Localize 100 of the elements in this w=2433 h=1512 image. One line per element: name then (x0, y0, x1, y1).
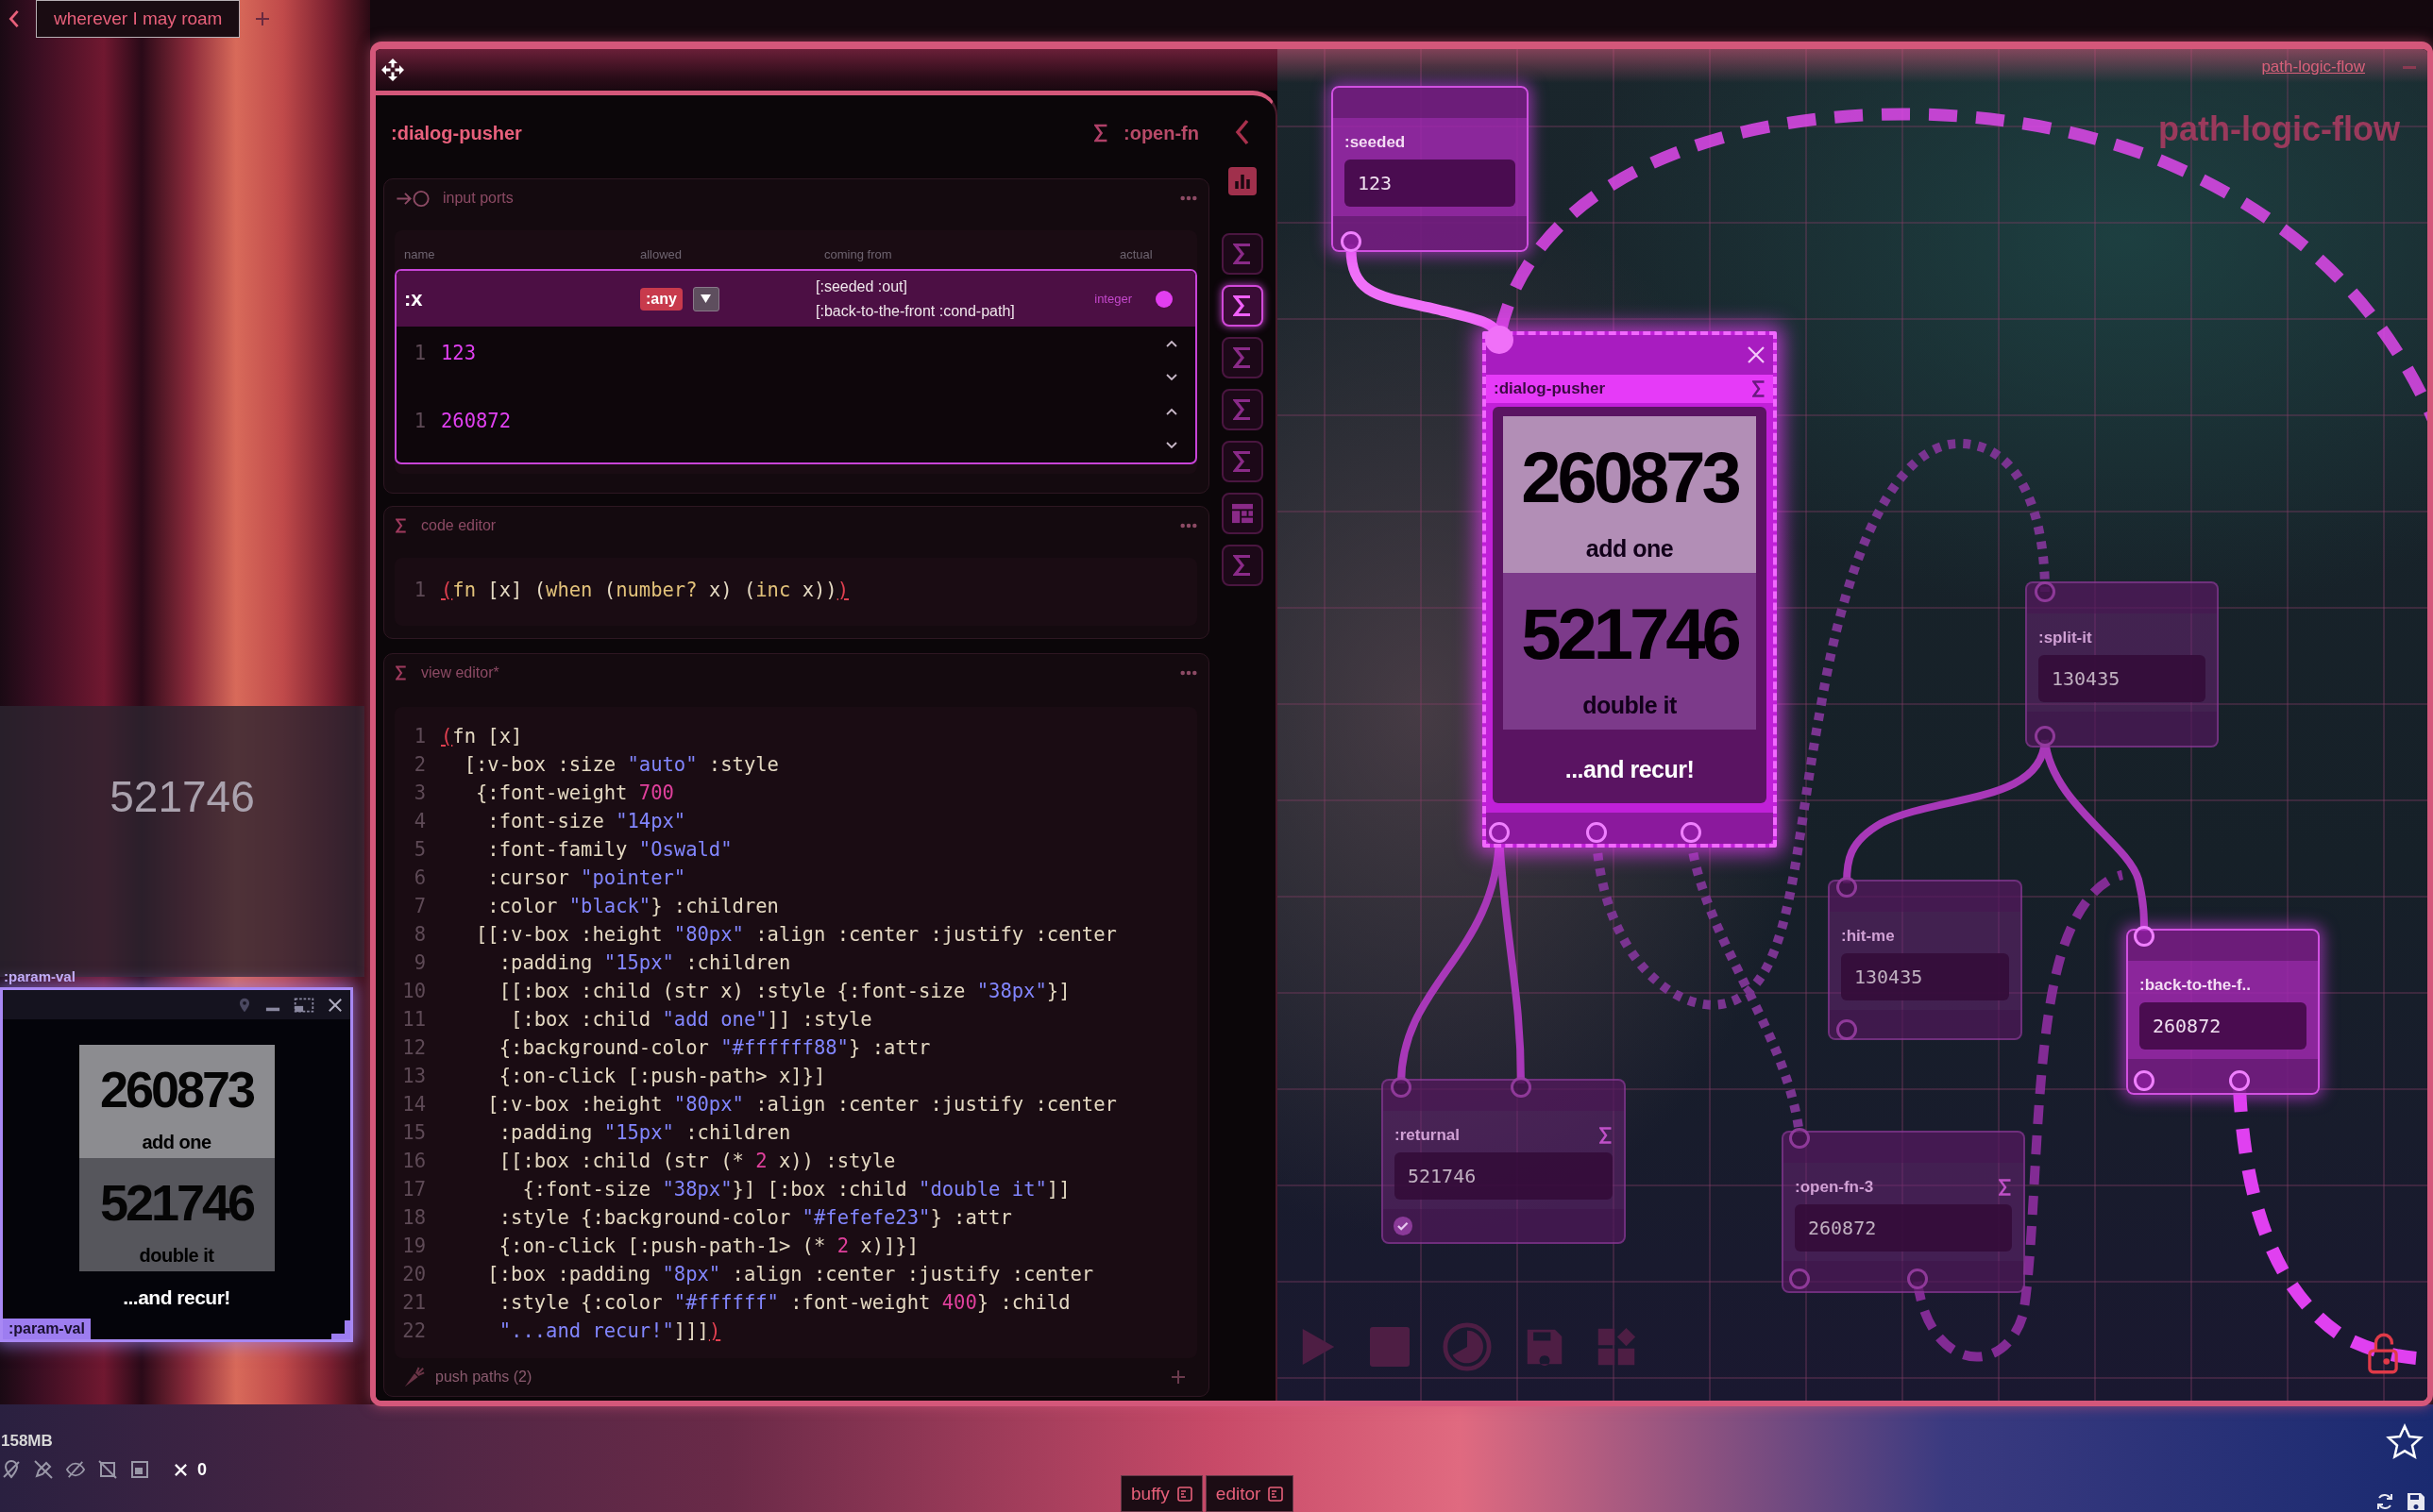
view-tile[interactable]: 260873 add one (78, 1045, 275, 1158)
value-editor[interactable]: 1 123 (397, 327, 1195, 395)
flow-node[interactable]: :split-it 130435 (2025, 581, 2219, 748)
restore-icon[interactable] (294, 997, 314, 1013)
node-value-field[interactable]: 130435 (2038, 655, 2205, 702)
eye-off-icon[interactable] (66, 1460, 85, 1479)
source-path: [:seeded :out] (816, 277, 908, 296)
type-dropdown[interactable] (692, 286, 719, 311)
node-value-field[interactable]: 260872 (2139, 1002, 2306, 1050)
port-handle[interactable] (1789, 1128, 1810, 1149)
node-label: :returnal (1394, 1126, 1460, 1145)
code-line: :font-family "Oswald" (487, 837, 733, 863)
sigma-button[interactable] (1222, 233, 1263, 275)
port-handle[interactable] (2134, 1070, 2154, 1091)
node-top-bar[interactable] (1830, 882, 2020, 912)
slashed-square-icon[interactable] (98, 1460, 117, 1479)
add-icon[interactable] (1171, 1369, 1186, 1385)
node-value-field[interactable]: 260872 (1795, 1204, 2012, 1252)
port-handle[interactable] (1391, 1077, 1411, 1098)
port-handle[interactable] (1586, 822, 1607, 843)
node-top-bar[interactable] (1486, 335, 1773, 375)
flow-node[interactable]: :open-fn-3 260872 (1782, 1131, 2025, 1293)
slashed-pin-icon[interactable] (2, 1460, 21, 1479)
more-icon[interactable] (1180, 670, 1197, 676)
more-icon[interactable] (1180, 195, 1197, 201)
line-number: 16 (401, 1149, 426, 1174)
resize-handle-icon[interactable] (331, 1320, 350, 1339)
view-footer-text[interactable]: ...and recur! (1564, 755, 1695, 783)
slashed-pencil-icon[interactable] (34, 1460, 53, 1479)
back-chevron-icon[interactable] (8, 9, 21, 28)
port-handle[interactable] (1511, 1077, 1531, 1098)
flow-node[interactable]: :seeded 123 (1331, 86, 1529, 252)
taskbar-tab[interactable]: buffy (1121, 1475, 1203, 1512)
line-number: 18 (401, 1205, 426, 1231)
flow-node[interactable]: :returnal 521746 (1381, 1079, 1626, 1244)
code-editor-field[interactable]: 1 (fn [x] (when (number? x) (inc x))) (395, 558, 1197, 626)
chevron-up-icon[interactable] (1166, 408, 1177, 415)
view-tile[interactable]: 260873 add one (1503, 416, 1756, 573)
column-header: allowed (640, 246, 684, 261)
push-paths-label[interactable]: push paths (2) (435, 1369, 1161, 1386)
node-value-field[interactable]: 130435 (1841, 953, 2009, 1000)
node-top-bar[interactable] (1383, 1081, 1624, 1111)
flow-node[interactable]: :hit-me 130435 (1828, 880, 2022, 1040)
port-row[interactable]: :x :any [:seeded :out] [:back-to-the-front :cond-path] integer 1 123 1 260872 (395, 269, 1197, 464)
function-name[interactable]: :open-fn (1124, 121, 1199, 145)
line-number: 7 (413, 894, 426, 919)
port-handle[interactable] (1681, 822, 1701, 843)
star-icon[interactable] (2386, 1423, 2424, 1461)
flow-node[interactable]: :dialog-pusher 260873 add one 521746 double it ...and recur! (1482, 331, 1777, 848)
sigma-button[interactable] (1222, 337, 1263, 378)
workspace-tab[interactable]: wherever I may roam (36, 0, 241, 38)
tile-caption: double it (1582, 691, 1677, 719)
line-number: 1 (413, 578, 426, 603)
sigma-icon (1999, 1179, 2012, 1196)
node-value-field[interactable]: 123 (1344, 160, 1515, 207)
port-handle[interactable] (2035, 581, 2055, 602)
move-icon[interactable] (381, 59, 404, 81)
source-path: [:back-to-the-front :cond-path] (816, 301, 1016, 321)
sigma-button[interactable] (1222, 389, 1263, 430)
port-handle[interactable] (2229, 1070, 2250, 1091)
port-handle[interactable] (1836, 1019, 1857, 1040)
node-top-bar[interactable] (1783, 1133, 2023, 1163)
chevron-down-icon[interactable] (1166, 442, 1177, 449)
node-top-bar[interactable] (2027, 583, 2217, 613)
flow-node[interactable]: :back-to-the-f.. 260872 (2126, 929, 2320, 1095)
chevron-down-icon[interactable] (1166, 374, 1177, 381)
close-icon[interactable] (328, 997, 343, 1013)
chevron-left-icon[interactable] (1235, 119, 1250, 145)
port-handle[interactable] (2035, 726, 2055, 747)
node-value-field[interactable]: 521746 (1394, 1152, 1613, 1200)
port-handle[interactable] (1907, 1268, 1928, 1289)
view-footer-text[interactable]: ...and recur! (123, 1285, 230, 1311)
window-icon[interactable] (130, 1460, 149, 1479)
chevron-up-icon[interactable] (1166, 340, 1177, 347)
taskbar-tab[interactable]: editor (1205, 1475, 1294, 1512)
bar-chart-icon[interactable] (1228, 167, 1257, 195)
more-icon[interactable] (1180, 523, 1197, 529)
code-line: :cursor "pointer" (487, 865, 686, 891)
refresh-icon[interactable] (2375, 1492, 2394, 1511)
add-tab-icon[interactable] (255, 11, 271, 26)
layout-icon (1231, 503, 1254, 524)
port-handle[interactable] (1836, 877, 1857, 898)
error-count: 0 (197, 1459, 207, 1480)
code-line: :padding "15px" :children (498, 950, 791, 976)
open-lock-icon[interactable] (2368, 1333, 2398, 1374)
pin-icon[interactable] (237, 997, 252, 1013)
sigma-icon (396, 665, 407, 680)
sigma-button[interactable] (1222, 285, 1263, 327)
port-handle[interactable] (1489, 822, 1510, 843)
node-top-bar[interactable] (2128, 931, 2318, 961)
sigma-button[interactable] (1222, 441, 1263, 482)
port-handle[interactable] (1341, 231, 1361, 252)
node-top-bar[interactable] (1333, 88, 1527, 118)
port-handle[interactable] (1789, 1268, 1810, 1289)
tile-number: 521746 (1521, 596, 1738, 672)
value-editor[interactable]: 1 260872 (397, 395, 1195, 462)
save-icon[interactable] (2407, 1492, 2425, 1511)
port-handle[interactable] (2134, 926, 2154, 947)
sigma-button[interactable] (1222, 545, 1263, 586)
layout-button[interactable] (1222, 493, 1263, 534)
